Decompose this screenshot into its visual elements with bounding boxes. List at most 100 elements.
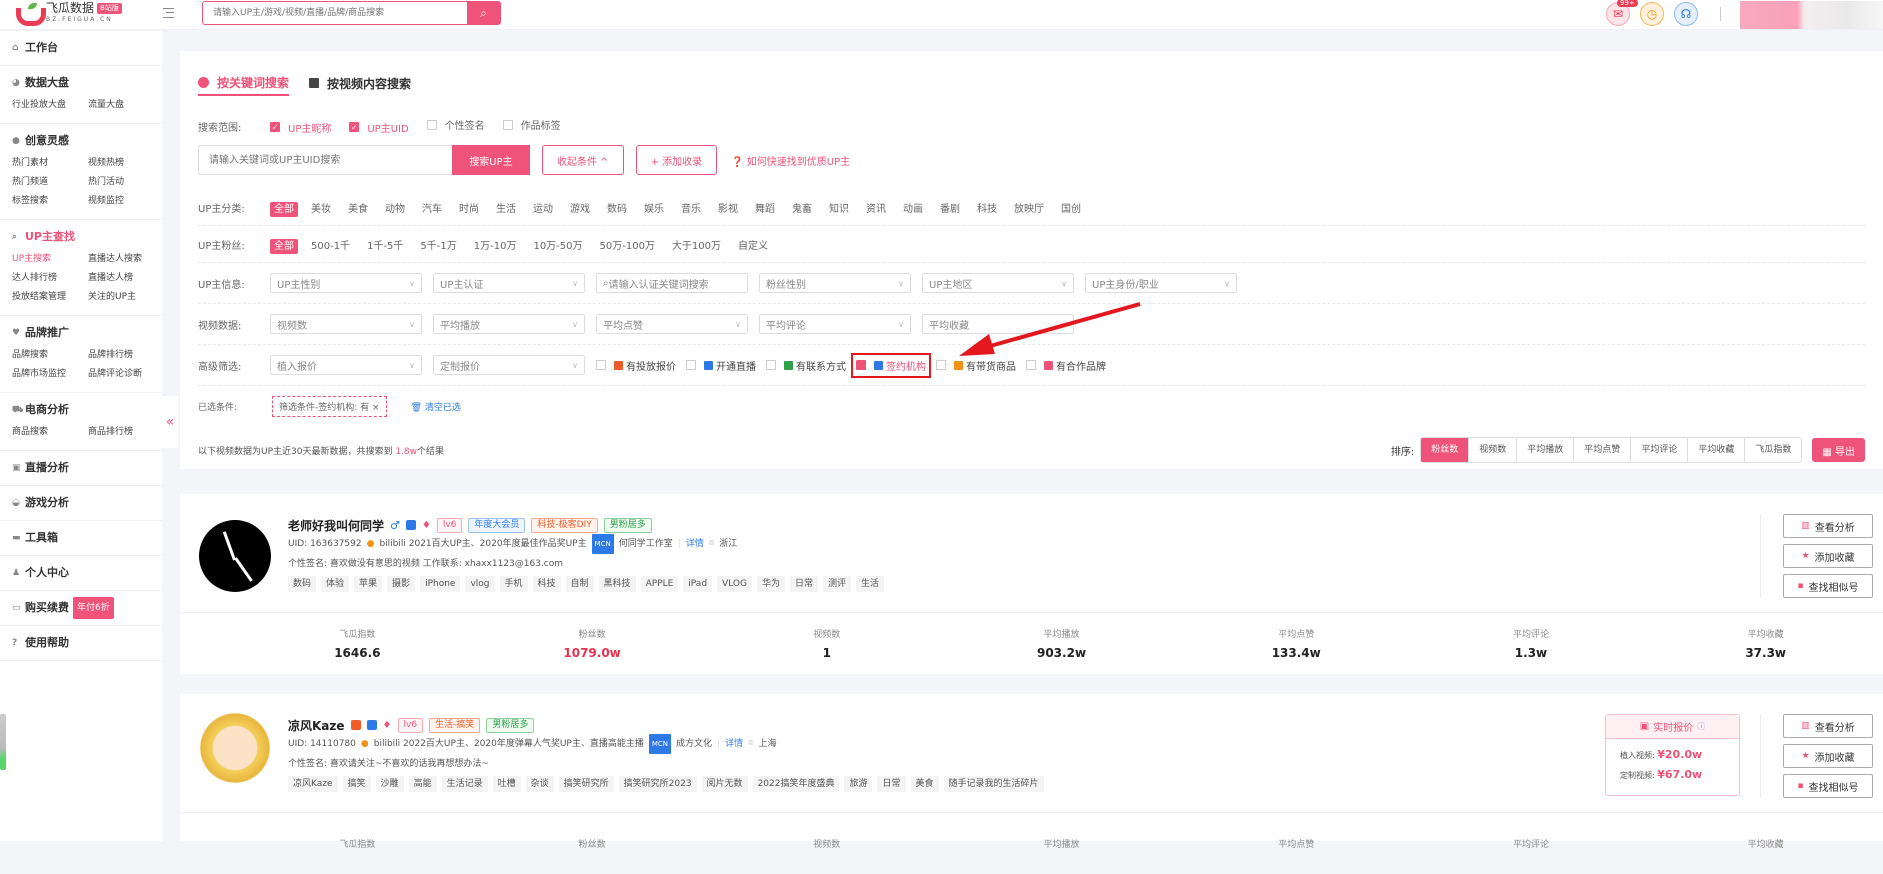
category-chip[interactable]: 美食 [344,202,372,217]
filter-select[interactable]: UP主身份/职业 ∨ [1085,273,1237,293]
keyword-tag[interactable]: iPhone [420,576,461,592]
sidebar-link[interactable]: 品牌搜索 [12,347,88,364]
sidebar-item-7[interactable]: ◒ 游戏分析 [12,492,162,514]
keyword-tag[interactable]: 旅游 [844,776,873,792]
condition-tag[interactable]: 筛选条件-签约机构: 有 × [272,395,387,417]
category-chip[interactable]: 运动 [529,202,557,217]
sidebar-item-9[interactable]: ♟ 个人中心 [12,562,162,584]
fans-chip[interactable]: 5千-1万 [416,239,460,254]
category-chip[interactable]: 知识 [825,202,853,217]
fans-chip[interactable]: 1万-10万 [470,239,521,254]
fans-chip[interactable]: 全部 [270,238,298,254]
sidebar-link[interactable]: 商品排行榜 [88,424,164,441]
tab-video-content-search[interactable]: 按视频内容搜索 [309,72,411,94]
keyword-tag[interactable]: 科技 [532,576,561,592]
keyword-tag[interactable]: 生活 [856,576,885,592]
sidebar-link[interactable]: 投放结案管理 [12,289,88,306]
action-button-2[interactable]: ▪ 查找相似号 [1783,774,1873,798]
sidebar-link[interactable]: 标签搜索 [12,193,88,210]
keyword-tag[interactable]: iPad [683,576,713,592]
category-chip[interactable]: 国创 [1057,202,1085,217]
filter-select[interactable]: UP主认证 ∨ [433,273,585,293]
filter-select[interactable]: UP主性别 ∨ [270,273,422,293]
category-chip[interactable]: 音乐 [677,202,705,217]
category-chip[interactable]: 番剧 [936,202,964,217]
sort-option[interactable]: 平均点赞 [1574,438,1632,462]
keyword-tag[interactable]: 数码 [288,576,317,592]
sort-option[interactable]: 粉丝数 [1421,438,1470,462]
sidebar-item-0[interactable]: ⌂ 工作台 [12,37,162,59]
sidebar-link[interactable]: 关注的UP主 [88,289,164,306]
sidebar-item-8[interactable]: ▬ 工具箱 [12,527,162,549]
keyword-tag[interactable]: APPLE [640,576,679,592]
sidebar-link[interactable]: 商品搜索 [12,424,88,441]
sidebar-link[interactable]: 热门频道 [12,174,88,191]
cert-keyword-input[interactable]: ⌕ 请输入认证关键词搜索 [596,273,748,293]
add-record-button[interactable]: + 添加收录 [635,145,718,175]
fans-chip[interactable]: 大于100万 [668,239,725,254]
keyword-tag[interactable]: vlog [465,576,495,592]
fans-chip[interactable]: 自定义 [734,239,772,254]
advanced-checkbox[interactable]: 有投放报价 [596,358,676,373]
keyword-tag[interactable]: 苹果 [354,576,383,592]
filter-select[interactable]: 平均播放 ∨ [433,314,585,334]
sidebar-item-1[interactable]: ◕ 数据大盘 [12,72,162,94]
keyword-tag[interactable]: 华为 [756,576,785,592]
sidebar-link[interactable]: UP主搜索 [12,251,88,268]
mcn-name[interactable]: 何同学工作室 [619,534,673,554]
category-chip[interactable]: 舞蹈 [751,202,779,217]
keyword-tag[interactable]: 美食 [910,776,939,792]
action-button-1[interactable]: ★ 添加收藏 [1783,744,1873,768]
clear-conditions-button[interactable]: 🗑 清空已选 [411,400,461,413]
category-chip[interactable]: 影视 [714,202,742,217]
sort-option[interactable]: 平均评论 [1631,438,1689,462]
keyword-tag[interactable]: 体验 [321,576,350,592]
keyword-tag[interactable]: 杂谈 [525,776,554,792]
support-button[interactable]: ☊ [1674,2,1698,26]
category-chip[interactable]: 数码 [603,202,631,217]
help-link[interactable]: ❓ 如何快速找到优质UP主 [731,153,850,168]
action-button-2[interactable]: ▪ 查找相似号 [1783,574,1873,598]
sort-option[interactable]: 平均收藏 [1688,438,1746,462]
scroll-indicator[interactable] [0,714,6,770]
search-up-button[interactable]: 搜索UP主 [452,145,530,175]
scope-checkbox[interactable]: ✓ UP主UID [349,120,409,135]
sidebar-item-10[interactable]: ▭ 购买续费 年付6折 [12,597,162,619]
filter-select[interactable]: UP主地区 ∨ [922,273,1074,293]
scope-checkbox[interactable]: ✓ UP主昵称 [270,120,331,135]
sidebar-link[interactable]: 品牌市场监控 [12,366,88,383]
keyword-tag[interactable]: 搞笑研究所2023 [618,776,697,792]
messages-button[interactable]: ✉ 99+ [1606,0,1638,26]
keyword-tag[interactable]: 沙雕 [375,776,404,792]
sidebar-link[interactable]: 热门活动 [88,174,164,191]
keyword-tag[interactable]: 手机 [499,576,528,592]
keyword-tag[interactable]: 自制 [565,576,594,592]
user-account-avatar[interactable] [1740,1,1883,29]
keyword-tag[interactable]: 吐槽 [492,776,521,792]
filter-select[interactable]: 粉丝性别 ∨ [759,273,911,293]
keyword-tag[interactable]: 高能 [408,776,437,792]
category-chip[interactable]: 娱乐 [640,202,668,217]
keyword-tag[interactable]: VLOG [717,576,752,592]
scope-checkbox[interactable]: 作品标签 [502,117,561,132]
fans-chip[interactable]: 500-1千 [307,239,354,254]
fans-chip[interactable]: 1千-5千 [363,239,407,254]
keyword-tag[interactable]: 搞笑 [342,776,371,792]
menu-toggle-icon[interactable] [163,8,174,18]
collapse-sidebar-button[interactable]: « [162,396,178,448]
action-button-0[interactable]: ▥ 查看分析 [1783,514,1873,538]
category-chip[interactable]: 鬼畜 [788,202,816,217]
sidebar-link[interactable]: 品牌排行榜 [88,347,164,364]
global-search-button[interactable]: ⌕ [467,2,500,24]
filter-select[interactable]: 平均点赞 ∨ [596,314,748,334]
category-chip[interactable]: 资讯 [862,202,890,217]
sidebar-link[interactable]: 行业投放大盘 [12,97,88,114]
sidebar-link[interactable]: 视频热榜 [88,155,164,172]
global-search-input[interactable] [203,2,467,24]
export-button[interactable]: ▦ 导出 [1812,438,1865,462]
filter-select[interactable]: 视频数 ∨ [270,314,422,334]
creator-avatar[interactable] [199,520,271,592]
sidebar-item-5[interactable]: ⛟ 电商分析 [12,399,162,421]
mcn-name[interactable]: 成方文化 [676,734,712,754]
category-chip[interactable]: 生活 [492,202,520,217]
